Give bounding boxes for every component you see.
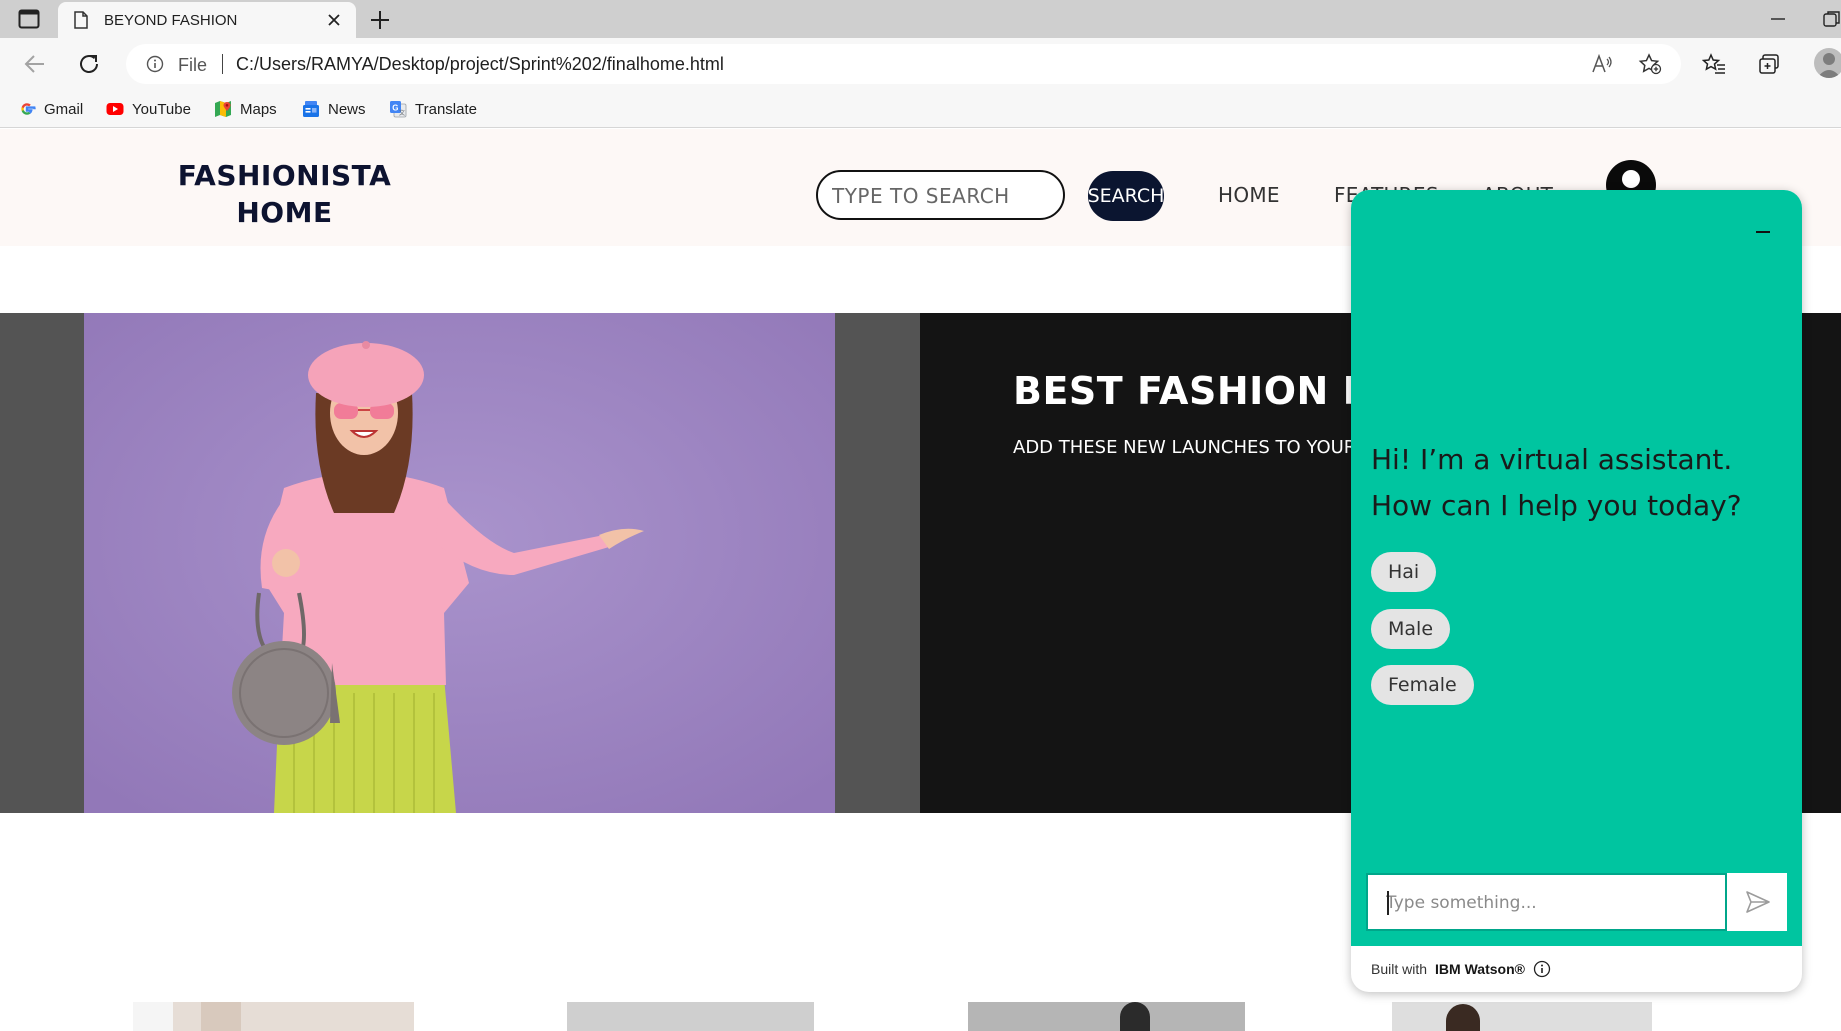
footer-prefix: Built with xyxy=(1371,961,1428,977)
translate-icon: G 文 xyxy=(390,101,407,118)
quick-reply-hai[interactable]: Hai xyxy=(1371,552,1437,592)
profile-avatar-icon[interactable] xyxy=(1814,48,1841,78)
assistant-greeting: Hi! I’m a virtual assistant. How can I h… xyxy=(1371,443,1742,522)
bookmark-youtube[interactable]: YouTube xyxy=(106,97,191,121)
bookmark-label: YouTube xyxy=(132,100,191,118)
product-thumbnail[interactable] xyxy=(133,1002,414,1031)
restore-window-icon[interactable] xyxy=(1822,9,1841,29)
add-favorite-icon[interactable] xyxy=(1638,53,1662,75)
site-search-input[interactable] xyxy=(832,182,1052,210)
news-icon xyxy=(303,101,319,117)
address-toolbar: File C:/Users/RAMYA/Desktop/project/Spri… xyxy=(0,38,1841,90)
send-button[interactable] xyxy=(1728,873,1787,931)
collections-icon[interactable] xyxy=(1758,53,1782,75)
text-caret xyxy=(1387,891,1389,915)
read-aloud-icon[interactable] xyxy=(1591,54,1613,74)
google-icon xyxy=(21,103,36,115)
minimize-window-icon[interactable] xyxy=(1766,9,1790,29)
tab-actions-icon[interactable] xyxy=(18,9,40,29)
address-separator xyxy=(222,54,223,74)
minimize-chat-icon[interactable] xyxy=(1751,220,1775,244)
chat-footer: Built with IBM Watson® xyxy=(1371,960,1551,978)
new-tab-icon[interactable] xyxy=(368,8,392,32)
info-icon[interactable] xyxy=(146,55,164,73)
bookmark-translate[interactable]: G 文 Translate xyxy=(389,97,477,121)
browser-tab[interactable]: BEYOND FASHION xyxy=(58,2,356,38)
chat-message-input[interactable] xyxy=(1386,891,1706,915)
bookmark-label: News xyxy=(328,100,366,118)
chat-body: Hi! I’m a virtual assistant. How can I h… xyxy=(1351,190,1802,946)
product-thumbnail[interactable] xyxy=(968,1002,1245,1031)
tab-title: BEYOND FASHION xyxy=(104,12,238,29)
hero-subtitle: ADD THESE NEW LAUNCHES TO YOUR xyxy=(1013,437,1357,458)
footer-brand: IBM Watson® xyxy=(1435,961,1525,977)
bookmark-label: Maps xyxy=(240,100,277,118)
brand-line-2: HOME xyxy=(236,196,333,229)
youtube-icon xyxy=(106,103,124,115)
page-icon xyxy=(74,11,88,29)
product-thumbnail[interactable] xyxy=(567,1002,814,1031)
brand-logo-text[interactable]: FASHIONISTA HOME xyxy=(152,157,417,231)
bookmark-label: Translate xyxy=(415,100,477,118)
address-bar[interactable]: File C:/Users/RAMYA/Desktop/project/Spri… xyxy=(126,44,1681,84)
svg-text:文: 文 xyxy=(399,109,405,117)
svg-text:G: G xyxy=(392,104,398,113)
bookmarks-bar: Gmail YouTube Maps News G 文 Translate xyxy=(0,90,1841,128)
quick-reply-male[interactable]: Male xyxy=(1371,609,1451,649)
browser-tab-bar: BEYOND FASHION xyxy=(0,0,1841,38)
favorites-icon[interactable] xyxy=(1702,53,1726,75)
info-icon[interactable] xyxy=(1533,960,1551,978)
brand-line-1: FASHIONISTA xyxy=(177,159,392,192)
nav-home-link[interactable]: HOME xyxy=(1218,183,1280,207)
bookmark-label: Gmail xyxy=(44,100,84,118)
product-thumbnail[interactable] xyxy=(1392,1002,1652,1031)
url-text[interactable]: C:/Users/RAMYA/Desktop/project/Sprint%20… xyxy=(236,54,724,75)
quick-reply-female[interactable]: Female xyxy=(1371,665,1474,705)
site-search-box[interactable] xyxy=(816,170,1065,220)
chat-input-area xyxy=(1366,873,1787,931)
bookmark-news[interactable]: News xyxy=(302,97,366,121)
file-scheme-label: File xyxy=(178,55,208,75)
bookmark-gmail[interactable]: Gmail xyxy=(18,97,83,121)
hero-model-photo xyxy=(84,313,835,813)
chat-input-box[interactable] xyxy=(1366,873,1727,931)
search-button[interactable]: SEARCH xyxy=(1088,171,1164,221)
chat-widget: Hi! I’m a virtual assistant. How can I h… xyxy=(1351,190,1802,992)
bookmark-maps[interactable]: Maps xyxy=(214,97,277,121)
reload-icon[interactable] xyxy=(76,51,102,77)
send-icon xyxy=(1745,891,1770,913)
close-tab-icon[interactable] xyxy=(324,10,344,30)
maps-icon xyxy=(215,101,231,117)
back-arrow-icon[interactable] xyxy=(22,52,48,76)
